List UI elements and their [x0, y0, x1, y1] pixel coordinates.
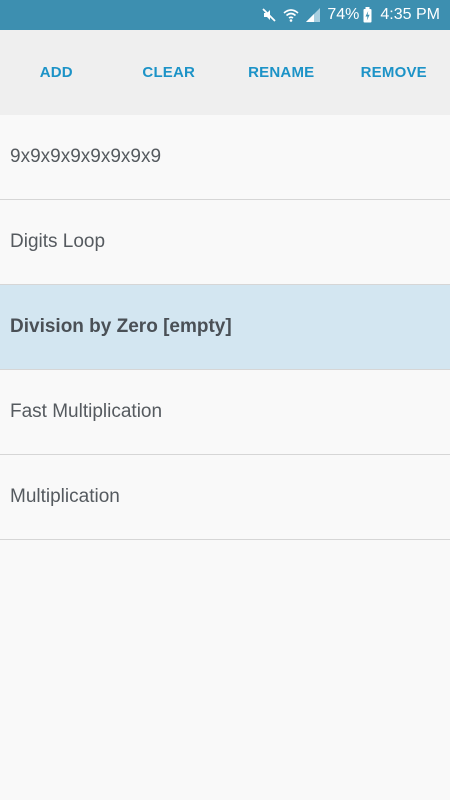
program-list: 9x9x9x9x9x9x9x9 Digits Loop Division by … — [0, 115, 450, 540]
add-button[interactable]: ADD — [0, 64, 112, 81]
remove-button[interactable]: REMOVE — [338, 64, 450, 81]
clock-time: 4:35 PM — [380, 6, 440, 23]
signal-icon — [305, 7, 321, 23]
list-item-multiplication[interactable]: Multiplication — [0, 455, 450, 540]
list-item-fast-multiplication[interactable]: Fast Multiplication — [0, 370, 450, 455]
status-bar: 74% 4:35 PM — [0, 0, 450, 30]
battery-charging-icon — [363, 7, 372, 23]
action-toolbar: ADD CLEAR RENAME REMOVE — [0, 30, 450, 115]
list-item-division-by-zero[interactable]: Division by Zero [empty] — [0, 285, 450, 370]
battery-percent: 74% — [327, 6, 360, 23]
clear-button[interactable]: CLEAR — [113, 64, 225, 81]
list-item-digits-loop[interactable]: Digits Loop — [0, 200, 450, 285]
wifi-icon — [283, 7, 299, 23]
mute-icon — [261, 7, 277, 23]
rename-button[interactable]: RENAME — [225, 64, 337, 81]
list-item-9x9[interactable]: 9x9x9x9x9x9x9x9 — [0, 115, 450, 200]
